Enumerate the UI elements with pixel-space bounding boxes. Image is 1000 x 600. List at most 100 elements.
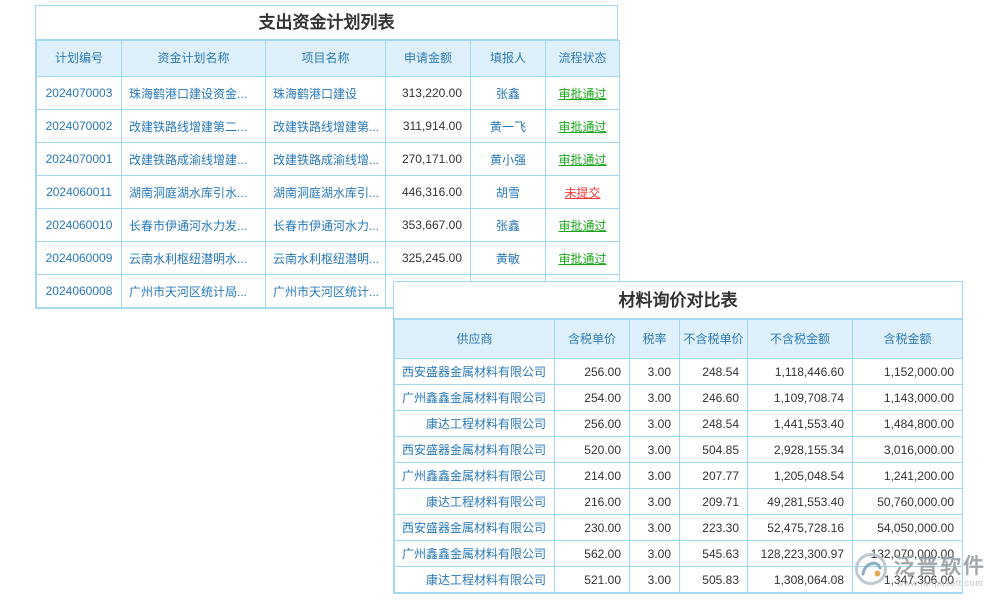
reporter-link[interactable]: 张鑫 <box>471 77 546 110</box>
tax-rate-cell: 3.00 <box>630 541 680 567</box>
fanpu-logo-icon <box>853 551 889 592</box>
fund-plan-name-link[interactable]: 湖南洞庭湖水库引水... <box>122 176 266 209</box>
tax-rate-cell: 3.00 <box>630 489 680 515</box>
price-with-tax-cell: 230.00 <box>555 515 630 541</box>
price-with-tax-cell: 256.00 <box>555 359 630 385</box>
project-name-link[interactable]: 云南水利枢纽潜明... <box>266 242 386 275</box>
price-without-tax-cell: 209.71 <box>680 489 748 515</box>
apply-amount-cell: 353,667.00 <box>386 209 471 242</box>
col-amount-with-tax-header: 含税金额 <box>853 320 963 359</box>
supplier-link[interactable]: 广州鑫鑫金属材料有限公司 <box>395 541 555 567</box>
process-status-link[interactable]: 审批通过 <box>546 242 620 275</box>
quote_table-row: 康达工程材料有限公司256.003.00248.541,441,553.401,… <box>395 411 963 437</box>
col-price-without-tax-header: 不含税单价 <box>680 320 748 359</box>
process-status-link[interactable]: 审批通过 <box>546 77 620 110</box>
apply-amount-cell: 311,914.00 <box>386 110 471 143</box>
process-status-link[interactable]: 审批通过 <box>546 209 620 242</box>
amount-without-tax-cell: 1,205,048.54 <box>748 463 853 489</box>
price-without-tax-cell: 545.63 <box>680 541 748 567</box>
process-status-link[interactable]: 审批通过 <box>546 110 620 143</box>
plan-id-link[interactable]: 2024070002 <box>37 110 122 143</box>
amount-without-tax-cell: 49,281,553.40 <box>748 489 853 515</box>
supplier-link[interactable]: 西安盛器金属材料有限公司 <box>395 437 555 463</box>
process-status-link[interactable]: 未提交 <box>546 176 620 209</box>
fund-plan-name-link[interactable]: 广州市天河区统计局... <box>122 275 266 308</box>
plan_table-row: 2024070003珠海鹤港口建设资金...珠海鹤港口建设313,220.00张… <box>37 77 620 110</box>
plan-id-link[interactable]: 2024070003 <box>37 77 122 110</box>
expense-plan-list-title: 支出资金计划列表 <box>36 6 617 40</box>
amount-without-tax-cell: 1,441,553.40 <box>748 411 853 437</box>
amount-with-tax-cell: 1,143,000.00 <box>853 385 963 411</box>
supplier-link[interactable]: 西安盛器金属材料有限公司 <box>395 515 555 541</box>
plan-id-link[interactable]: 2024060010 <box>37 209 122 242</box>
plan_table-row: 2024060010长春市伊通河水力发...长春市伊通河水力...353,667… <box>37 209 620 242</box>
fund-plan-name-link[interactable]: 长春市伊通河水力发... <box>122 209 266 242</box>
supplier-link[interactable]: 西安盛器金属材料有限公司 <box>395 359 555 385</box>
fund-plan-name-link[interactable]: 云南水利枢纽潜明水... <box>122 242 266 275</box>
tax-rate-cell: 3.00 <box>630 437 680 463</box>
price-with-tax-cell: 254.00 <box>555 385 630 411</box>
apply-amount-cell: 446,316.00 <box>386 176 471 209</box>
apply-amount-cell: 325,245.00 <box>386 242 471 275</box>
project-name-link[interactable]: 湖南洞庭湖水库引... <box>266 176 386 209</box>
reporter-link[interactable]: 黄敏 <box>471 242 546 275</box>
price-with-tax-cell: 214.00 <box>555 463 630 489</box>
supplier-link[interactable]: 广州鑫鑫金属材料有限公司 <box>395 463 555 489</box>
supplier-link[interactable]: 康达工程材料有限公司 <box>395 489 555 515</box>
amount-with-tax-cell: 50,760,000.00 <box>853 489 963 515</box>
tax-rate-cell: 3.00 <box>630 359 680 385</box>
amount-without-tax-cell: 128,223,300.97 <box>748 541 853 567</box>
quote_table-row: 西安盛器金属材料有限公司230.003.00223.3052,475,728.1… <box>395 515 963 541</box>
expense-plan-table-body: 2024070003珠海鹤港口建设资金...珠海鹤港口建设313,220.00张… <box>37 77 620 308</box>
tax-rate-cell: 3.00 <box>630 385 680 411</box>
amount-without-tax-cell: 2,928,155.34 <box>748 437 853 463</box>
plan-id-link[interactable]: 2024060008 <box>37 275 122 308</box>
fund-plan-name-link[interactable]: 珠海鹤港口建设资金... <box>122 77 266 110</box>
material-quote-header-row: 供应商 含税单价 税率 不含税单价 不含税金额 含税金额 <box>395 320 963 359</box>
reporter-link[interactable]: 胡雪 <box>471 176 546 209</box>
process-status-link[interactable]: 审批通过 <box>546 143 620 176</box>
fund-plan-name-link[interactable]: 改建铁路成渝线增建... <box>122 143 266 176</box>
supplier-link[interactable]: 康达工程材料有限公司 <box>395 411 555 437</box>
apply-amount-cell: 270,171.00 <box>386 143 471 176</box>
amount-with-tax-cell: 3,016,000.00 <box>853 437 963 463</box>
watermark-brand: 泛普软件 <box>894 555 986 578</box>
project-name-link[interactable]: 改建铁路成渝线增... <box>266 143 386 176</box>
material-quote-title: 材料询价对比表 <box>394 282 962 319</box>
supplier-link[interactable]: 广州鑫鑫金属材料有限公司 <box>395 385 555 411</box>
reporter-link[interactable]: 张鑫 <box>471 209 546 242</box>
plan-id-link[interactable]: 2024060011 <box>37 176 122 209</box>
reporter-link[interactable]: 黄一飞 <box>471 110 546 143</box>
project-name-link[interactable]: 改建铁路线增建第... <box>266 110 386 143</box>
project-name-link[interactable]: 广州市天河区统计... <box>266 275 386 308</box>
col-fund-plan-name-header: 资金计划名称 <box>122 41 266 77</box>
amount-without-tax-cell: 1,118,446.60 <box>748 359 853 385</box>
amount-without-tax-cell: 52,475,728.16 <box>748 515 853 541</box>
fund-plan-name-link[interactable]: 改建铁路线增建第二... <box>122 110 266 143</box>
watermark: 泛普软件 www.fanpusoft.com <box>853 551 986 592</box>
col-apply-amount-header: 申请金额 <box>386 41 471 77</box>
price-without-tax-cell: 505.83 <box>680 567 748 593</box>
quote_table-row: 康达工程材料有限公司216.003.00209.7149,281,553.405… <box>395 489 963 515</box>
quote_table-row: 西安盛器金属材料有限公司520.003.00504.852,928,155.34… <box>395 437 963 463</box>
plan_table-row: 2024060009云南水利枢纽潜明水...云南水利枢纽潜明...325,245… <box>37 242 620 275</box>
supplier-link[interactable]: 康达工程材料有限公司 <box>395 567 555 593</box>
tax-rate-cell: 3.00 <box>630 515 680 541</box>
reporter-link[interactable]: 黄小强 <box>471 143 546 176</box>
quote_table-row: 广州鑫鑫金属材料有限公司254.003.00246.601,109,708.74… <box>395 385 963 411</box>
project-name-link[interactable]: 长春市伊通河水力... <box>266 209 386 242</box>
col-process-status-header: 流程状态 <box>546 41 620 77</box>
price-without-tax-cell: 504.85 <box>680 437 748 463</box>
plan-id-link[interactable]: 2024070001 <box>37 143 122 176</box>
price-with-tax-cell: 216.00 <box>555 489 630 515</box>
quote_table-row: 广州鑫鑫金属材料有限公司214.003.00207.771,205,048.54… <box>395 463 963 489</box>
col-reporter-header: 填报人 <box>471 41 546 77</box>
plan-id-link[interactable]: 2024060009 <box>37 242 122 275</box>
quote_table-row: 西安盛器金属材料有限公司256.003.00248.541,118,446.60… <box>395 359 963 385</box>
tax-rate-cell: 3.00 <box>630 463 680 489</box>
amount-with-tax-cell: 1,241,200.00 <box>853 463 963 489</box>
watermark-text: 泛普软件 www.fanpusoft.com <box>894 555 986 588</box>
col-amount-without-tax-header: 不含税金额 <box>748 320 853 359</box>
plan_table-row: 2024070002改建铁路线增建第二...改建铁路线增建第...311,914… <box>37 110 620 143</box>
project-name-link[interactable]: 珠海鹤港口建设 <box>266 77 386 110</box>
